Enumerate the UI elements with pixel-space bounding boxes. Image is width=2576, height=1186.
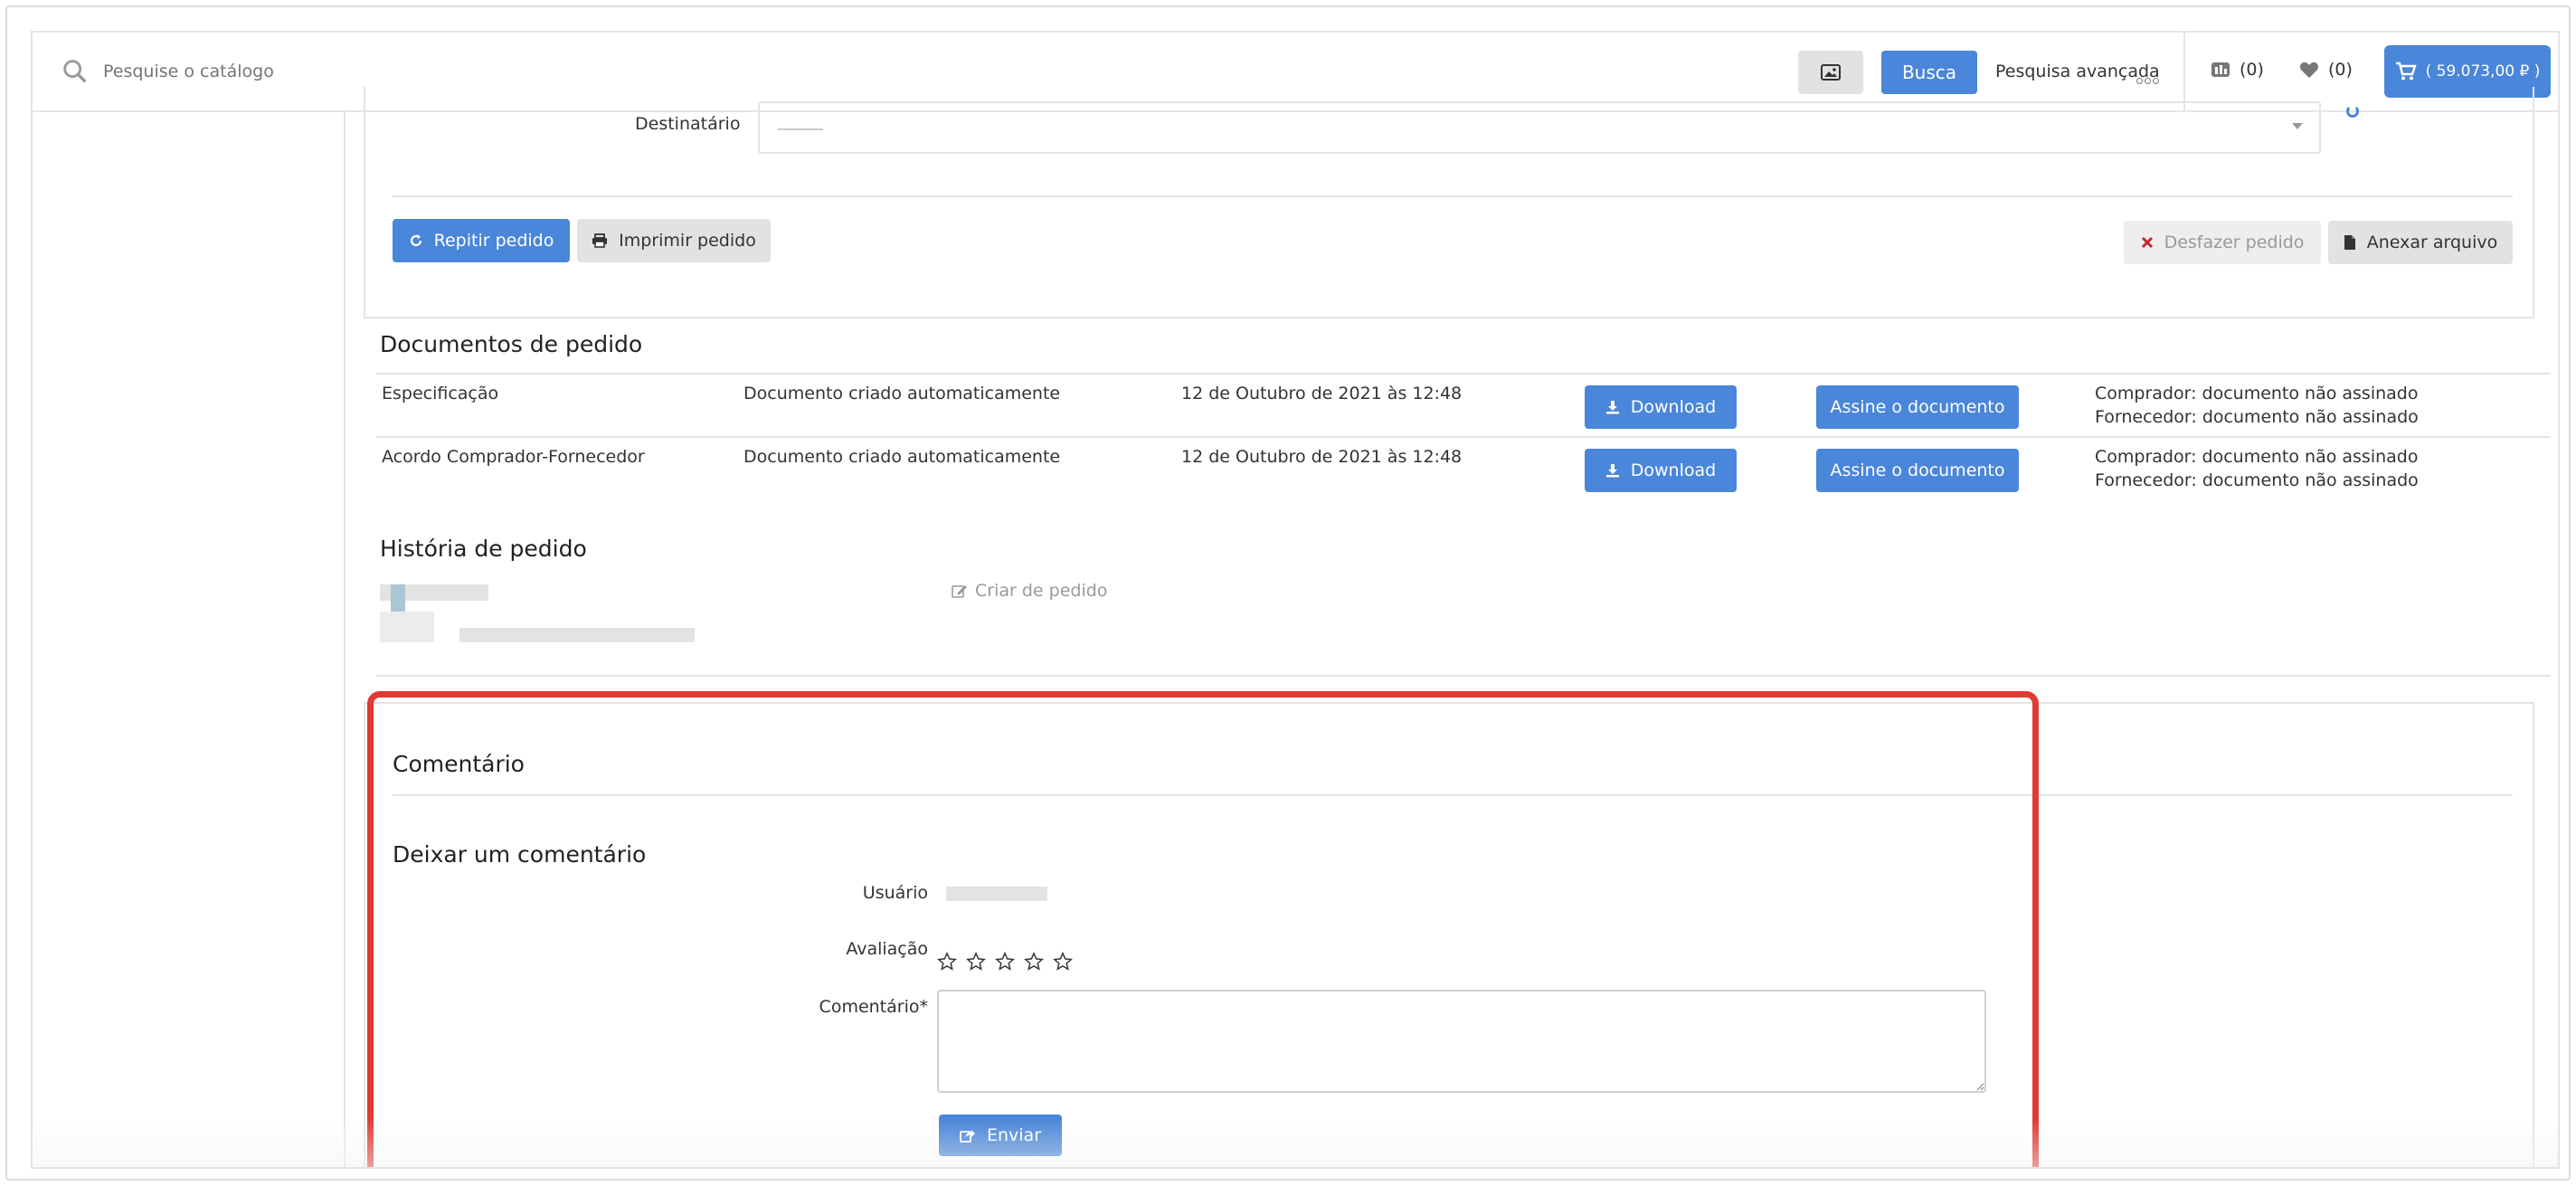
browser-frame: Busca Pesquisa avançada (0) (0) ( 59.073…: [5, 5, 2571, 1181]
document-status: Comprador: documento não assinado Fornec…: [2095, 445, 2419, 492]
search-icon: [63, 60, 87, 83]
recipient-select[interactable]: [758, 101, 2321, 154]
download-button[interactable]: Download: [1585, 449, 1737, 492]
image-icon: [1821, 64, 1841, 81]
download-icon: [1605, 464, 1619, 478]
table-row: Especificação Documento criado automatic…: [376, 373, 2551, 436]
wishlist-button[interactable]: (0): [2299, 60, 2353, 80]
print-order-label: Imprimir pedido: [619, 231, 756, 251]
edit-icon: [952, 585, 967, 598]
page: Busca Pesquisa avançada (0) (0) ( 59.073…: [31, 31, 2560, 1169]
heart-icon: [2299, 62, 2319, 79]
table-row: Acordo Comprador-Fornecedor Documento cr…: [376, 436, 2551, 499]
history-create-label: Criar de pedido: [975, 581, 1108, 601]
buyer-status: Comprador: documento não assinado: [2095, 447, 2419, 467]
history-entry-create: Criar de pedido: [952, 581, 1107, 601]
wishlist-count: (0): [2328, 60, 2353, 80]
print-icon: [592, 233, 608, 248]
document-date: 12 de Outubro de 2021 às 12:48: [1181, 384, 1463, 403]
download-icon: [1605, 401, 1619, 414]
sign-document-button[interactable]: Assine o documento: [1816, 449, 2019, 492]
attach-file-button[interactable]: Anexar arquivo: [2328, 221, 2513, 264]
document-origin: Documento criado automaticamente: [743, 447, 1061, 467]
info-icon: [2346, 105, 2359, 118]
attach-file-label: Anexar arquivo: [2366, 232, 2498, 252]
document-name: Especificação: [382, 384, 499, 403]
history-title: História de pedido: [380, 536, 587, 562]
document-date: 12 de Outubro de 2021 às 12:48: [1181, 447, 1463, 467]
compare-button[interactable]: (0): [2211, 60, 2264, 80]
document-status: Comprador: documento não assinado Fornec…: [2095, 382, 2419, 429]
buyer-status: Comprador: documento não assinado: [2095, 384, 2419, 403]
sidebar-divider: [344, 112, 346, 1167]
highlight-annotation: [367, 691, 2039, 1167]
download-label: Download: [1630, 460, 1717, 480]
chevron-down-icon: [2292, 123, 2303, 129]
compare-count: (0): [2240, 60, 2264, 80]
documents-title: Documentos de pedido: [380, 331, 643, 357]
file-icon: [2344, 235, 2355, 250]
repeat-order-label: Repitir pedido: [433, 231, 554, 251]
search-input[interactable]: [103, 52, 1008, 90]
compare-icon: [2211, 62, 2230, 77]
download-label: Download: [1630, 397, 1717, 417]
divider: [393, 195, 2513, 197]
recipient-label: Destinatário: [635, 114, 741, 134]
document-origin: Documento criado automaticamente: [743, 384, 1061, 403]
print-order-button[interactable]: Imprimir pedido: [577, 219, 771, 262]
more-icon[interactable]: [2136, 71, 2161, 88]
supplier-status: Fornecedor: documento não assinado: [2095, 470, 2419, 490]
repeat-order-button[interactable]: Repitir pedido: [393, 219, 570, 262]
close-icon: [2141, 236, 2153, 249]
cart-total: ( 59.073,00 ₽ ): [2425, 62, 2541, 81]
documents-table: Especificação Documento criado automatic…: [376, 373, 2551, 499]
cancel-order-button[interactable]: Desfazer pedido: [2124, 221, 2321, 264]
supplier-status: Fornecedor: documento não assinado: [2095, 407, 2419, 427]
divider: [376, 675, 2551, 677]
refresh-icon: [410, 234, 421, 247]
advanced-search-link[interactable]: Pesquisa avançada: [1995, 62, 2160, 81]
sign-document-button[interactable]: Assine o documento: [1816, 385, 2019, 429]
document-name: Acordo Comprador-Fornecedor: [382, 447, 645, 467]
download-button[interactable]: Download: [1585, 385, 1737, 429]
cancel-order-label: Desfazer pedido: [2164, 232, 2305, 252]
cart-icon: [2395, 62, 2417, 81]
